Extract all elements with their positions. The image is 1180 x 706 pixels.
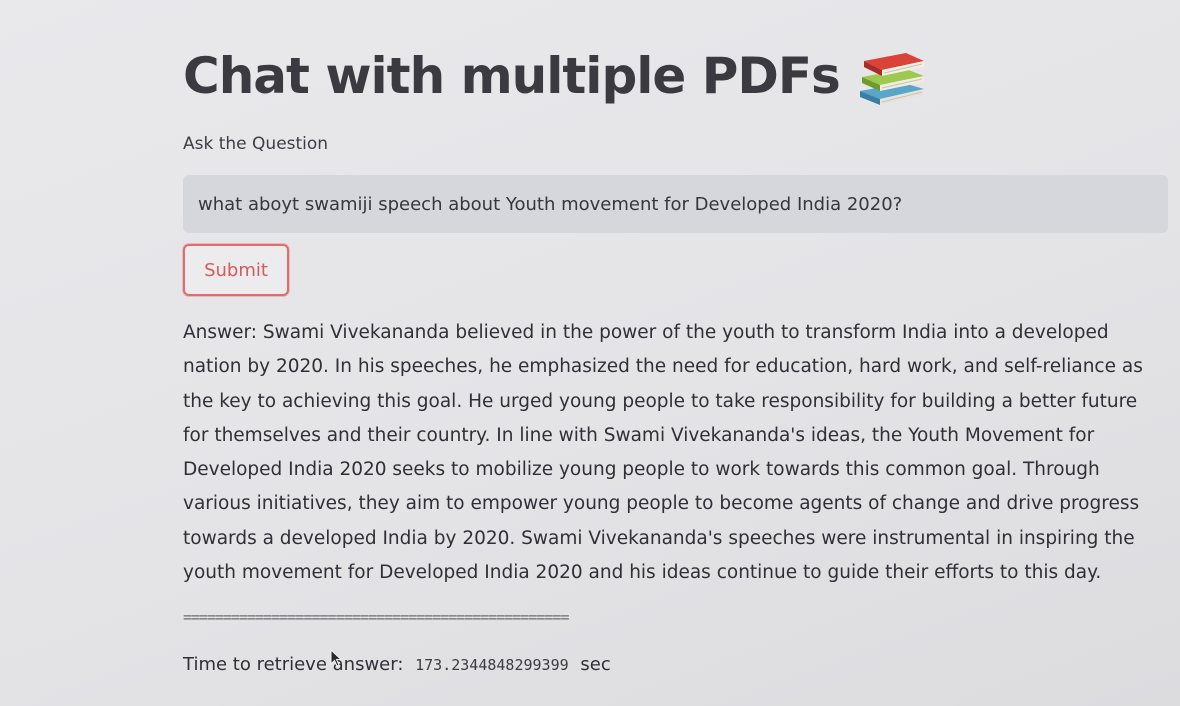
header: Chat with multiple PDFs xyxy=(183,40,1168,112)
time-label: Time to retrieve answer: xyxy=(183,654,404,676)
time-value: 173.2344848299399 xyxy=(415,656,569,675)
main-content: Chat with multiple PDFs Ask the Question… xyxy=(183,40,1168,675)
submit-button[interactable]: Submit xyxy=(183,244,289,296)
question-input[interactable] xyxy=(196,192,1168,216)
time-unit: sec xyxy=(580,654,611,676)
question-input-box[interactable] xyxy=(183,175,1168,233)
page-title: Chat with multiple PDFs xyxy=(183,47,841,105)
mouse-cursor-icon xyxy=(330,648,344,667)
divider: ========================================… xyxy=(183,608,569,627)
question-label: Ask the Question xyxy=(183,134,329,154)
answer-text: Answer: Swami Vivekananda believed in th… xyxy=(183,322,1143,584)
books-icon xyxy=(854,45,928,107)
